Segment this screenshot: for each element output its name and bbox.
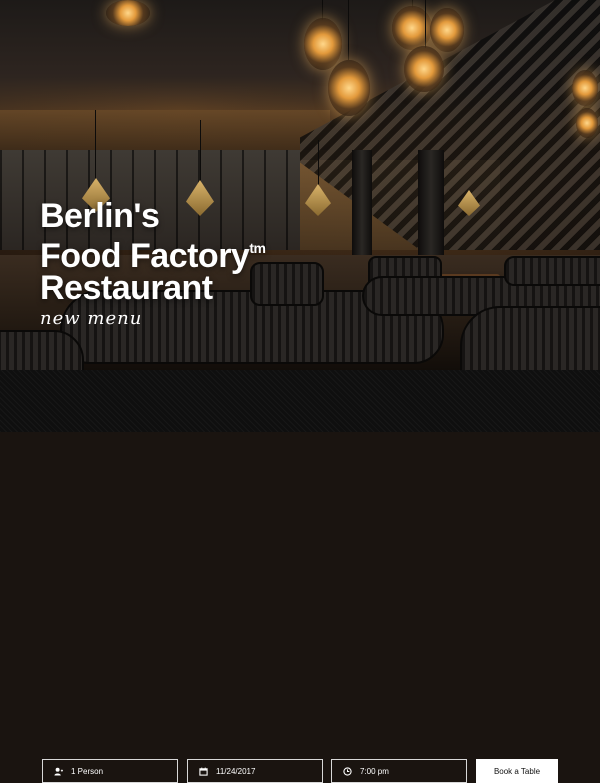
time-picker[interactable]: 7:00 pm: [331, 759, 467, 783]
booth-seat: [460, 306, 600, 370]
trademark-mark: tm: [249, 240, 266, 256]
pendant-lamp: [304, 18, 342, 70]
hero-subtitle: new menu: [40, 308, 143, 329]
pendant-lamp: [404, 46, 444, 92]
pendant-lamp: [392, 6, 432, 50]
guests-select[interactable]: 1 Person: [42, 759, 178, 783]
time-value: 7:00 pm: [360, 766, 389, 776]
booth-seat: [0, 330, 84, 370]
wood-wall: [0, 110, 330, 150]
guests-value: 1 Person: [71, 766, 104, 776]
title-line-3: Restaurant: [40, 269, 213, 307]
hero-image: Berlin's Food Factorytm Restaurant new m…: [0, 0, 600, 370]
pendant-lamp: [430, 8, 464, 52]
pendant-lamp: [106, 0, 150, 26]
restaurant-title: Berlin's Food Factorytm Restaurant: [40, 197, 266, 307]
date-picker[interactable]: 11/24/2017: [187, 759, 323, 783]
date-value: 11/24/2017: [216, 766, 256, 776]
booth-seat: [504, 256, 600, 286]
pendant-lamp: [572, 70, 598, 106]
clock-icon: [342, 766, 352, 776]
person-icon: [53, 766, 63, 776]
title-line-1: Berlin's: [40, 197, 160, 235]
pendant-lamp: [576, 108, 598, 138]
pillar: [418, 150, 444, 260]
book-table-button[interactable]: Book a Table: [476, 759, 558, 783]
pendant-lamp: [328, 60, 370, 116]
booking-bar: 1 Person 11/24/2017 7:00 pm Book a Table: [0, 370, 600, 783]
calendar-icon: [198, 766, 208, 776]
pillar: [352, 150, 372, 260]
